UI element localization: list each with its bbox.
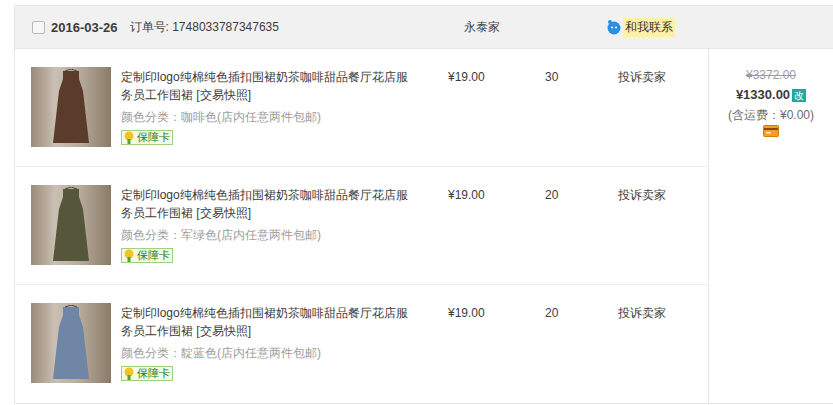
card-icon[interactable] (763, 125, 779, 137)
shipping-fee: (含运费：¥0.00) (728, 105, 814, 125)
order-number: 订单号: 1748033787347635 (130, 19, 279, 36)
item-price: ¥19.00 (437, 167, 535, 284)
order-total: ¥3372.00¥1330.00改 (含运费：¥0.00) (708, 49, 833, 403)
guarantee-badge[interactable]: 保障卡 (121, 130, 173, 145)
order-card: 2016-03-26 订单号: 1748033787347635 永泰家和我联系定制… (14, 5, 833, 404)
item-photo[interactable] (31, 303, 111, 383)
item-row: 定制印logo纯棉纯色插扣围裙奶茶咖啡甜品餐厅花店服务员工作围裙 [交易快照] 颜… (15, 285, 708, 403)
guarantee-icon (122, 131, 136, 144)
item-quantity: 20 (535, 285, 601, 403)
order-checkbox[interactable] (32, 21, 45, 34)
item-title[interactable]: 定制印logo纯棉纯色插扣围裙奶茶咖啡甜品餐厅花店服务员工作围裙 [交易快照] (121, 188, 408, 220)
item-title[interactable]: 定制印logo纯棉纯色插扣围裙奶茶咖啡甜品餐厅花店服务员工作围裙 [交易快照] (121, 70, 408, 102)
item-photo[interactable] (31, 67, 111, 147)
item-quantity: 30 (535, 49, 601, 166)
shop-name[interactable]: 永泰家 (456, 19, 596, 36)
item-variant: 颜色分类：靛蓝色(店内任意两件包邮) (121, 344, 417, 362)
guarantee-badge[interactable]: 保障卡 (121, 248, 173, 263)
total-amount: ¥1330.00 (736, 85, 790, 105)
guarantee-icon (122, 367, 136, 380)
complain-link[interactable]: 投诉卖家 (618, 306, 666, 320)
apron-photo-icon (49, 187, 93, 263)
item-row: 定制印logo纯棉纯色插扣围裙奶茶咖啡甜品餐厅花店服务员工作围裙 [交易快照] 颜… (15, 49, 708, 167)
original-price: ¥3372.00 (746, 65, 796, 85)
item-title[interactable]: 定制印logo纯棉纯色插扣围裙奶茶咖啡甜品餐厅花店服务员工作围裙 [交易快照] (121, 306, 408, 338)
item-variant: 颜色分类：军绿色(店内任意两件包邮) (121, 226, 417, 244)
wangwang-icon (606, 19, 622, 35)
contact-button[interactable]: 和我联系 (606, 18, 675, 37)
item-quantity: 20 (535, 167, 601, 284)
item-price: ¥19.00 (437, 49, 535, 166)
apron-photo-icon (49, 305, 93, 381)
item-price: ¥19.00 (437, 285, 535, 403)
edit-price-button[interactable]: 改 (792, 89, 806, 102)
item-row: 定制印logo纯棉纯色插扣围裙奶茶咖啡甜品餐厅花店服务员工作围裙 [交易快照] 颜… (15, 167, 708, 285)
complain-link[interactable]: 投诉卖家 (618, 188, 666, 202)
order-header: 2016-03-26 订单号: 1748033787347635 永泰家和我联系 (15, 6, 833, 49)
guarantee-badge[interactable]: 保障卡 (121, 366, 173, 381)
apron-photo-icon (49, 69, 93, 145)
item-variant: 颜色分类：咖啡色(店内任意两件包邮) (121, 108, 417, 126)
guarantee-icon (122, 249, 136, 262)
item-list: 定制印logo纯棉纯色插扣围裙奶茶咖啡甜品餐厅花店服务员工作围裙 [交易快照] 颜… (15, 49, 708, 403)
order-date: 2016-03-26 (51, 20, 118, 35)
item-photo[interactable] (31, 185, 111, 265)
complain-link[interactable]: 投诉卖家 (618, 70, 666, 84)
